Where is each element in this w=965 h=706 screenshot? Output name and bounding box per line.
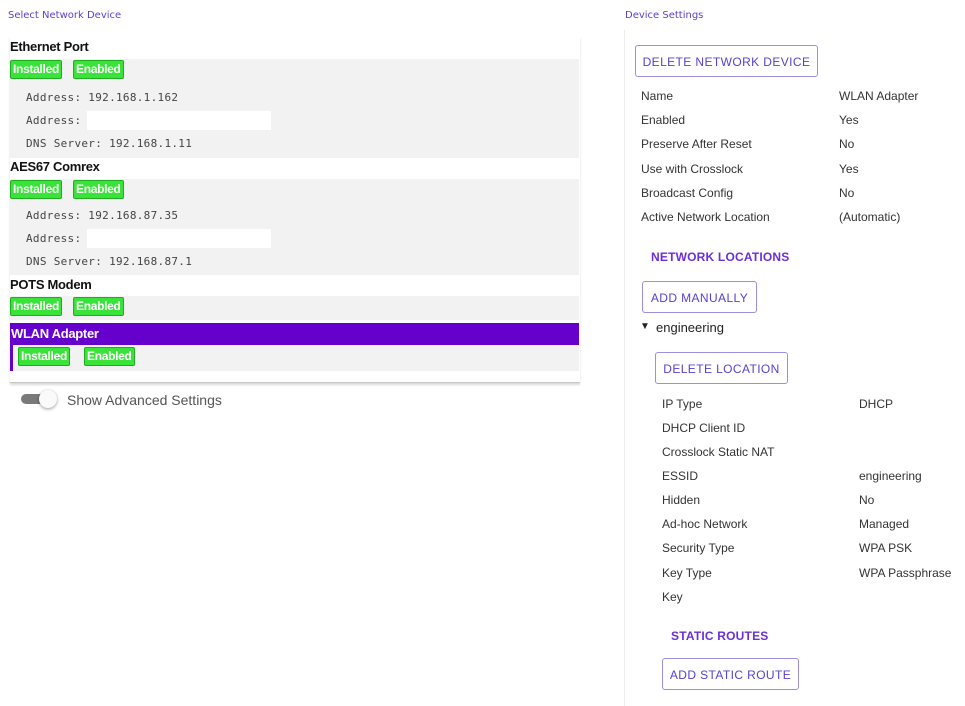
delete-network-device-button[interactable]: DELETE NETWORK DEVICE	[635, 45, 818, 77]
installed-badge: Installed	[10, 180, 62, 199]
location-setting-key: Hidden	[662, 493, 701, 507]
device-item-pots-modem[interactable]: POTS Modem Installed Enabled	[10, 276, 579, 322]
setting-key: Use with Crosslock	[641, 162, 744, 176]
address-field[interactable]	[87, 229, 271, 248]
static-routes-heading: STATIC ROUTES	[671, 629, 769, 643]
location-setting-value: DHCP	[859, 397, 894, 411]
setting-key: Enabled	[641, 113, 686, 127]
device-item-wlan-adapter[interactable]: WLAN Adapter Installed Enabled	[10, 323, 579, 371]
setting-key: Broadcast Config	[641, 186, 734, 200]
setting-key: Preserve After Reset	[641, 137, 752, 151]
device-address: Address: 192.168.87.35	[26, 209, 179, 222]
location-setting-key: DHCP Client ID	[662, 421, 746, 435]
setting-key: Active Network Location	[641, 210, 770, 224]
installed-badge: Installed	[10, 297, 62, 316]
device-settings-title: Device Settings	[625, 10, 704, 21]
location-setting-key: Key	[662, 590, 683, 604]
panel-divider	[624, 30, 625, 706]
collapse-caret-icon[interactable]: ▼	[640, 321, 650, 332]
address-field[interactable]	[87, 111, 271, 130]
setting-key: Name	[641, 89, 674, 103]
setting-value: Yes	[839, 113, 859, 127]
device-item-ethernet-port[interactable]: Ethernet Port Installed Enabled Address:…	[10, 38, 579, 158]
selected-indicator	[10, 345, 13, 371]
device-address: Address: 192.168.1.162	[26, 91, 179, 104]
location-name[interactable]: engineering	[656, 320, 724, 335]
location-setting-key: IP Type	[662, 397, 703, 411]
location-setting-value: engineering	[859, 469, 922, 483]
setting-value: No	[839, 137, 855, 151]
location-setting-key: Ad-hoc Network	[662, 517, 748, 531]
network-locations-heading: NETWORK LOCATIONS	[651, 250, 790, 264]
location-setting-key: Crosslock Static NAT	[662, 445, 775, 459]
enabled-badge: Enabled	[73, 180, 124, 199]
setting-value: (Automatic)	[839, 210, 901, 224]
add-static-route-button[interactable]: ADD STATIC ROUTE	[662, 658, 799, 690]
selected-device-header: WLAN Adapter	[10, 323, 579, 345]
installed-badge: Installed	[18, 347, 70, 366]
advanced-settings-label: Show Advanced Settings	[67, 392, 222, 408]
enabled-badge: Enabled	[73, 297, 124, 316]
delete-location-button[interactable]: DELETE LOCATION	[655, 352, 788, 384]
advanced-settings-toggle[interactable]	[21, 390, 57, 408]
setting-value: WLAN Adapter	[839, 89, 919, 103]
device-name: AES67 Comrex	[10, 159, 100, 174]
setting-value: Yes	[839, 162, 859, 176]
location-setting-value: WPA PSK	[859, 541, 913, 555]
enabled-badge: Enabled	[73, 60, 124, 79]
enabled-badge: Enabled	[84, 347, 135, 366]
select-device-title: Select Network Device	[8, 10, 122, 21]
location-setting-value: Managed	[859, 517, 910, 531]
device-dns-server: DNS Server: 192.168.87.1	[26, 255, 193, 268]
toggle-knob	[39, 390, 57, 408]
location-setting-value: WPA Passphrase	[859, 566, 952, 580]
device-item-aes67-comrex[interactable]: AES67 Comrex Installed Enabled Address: …	[10, 158, 579, 276]
device-name: Ethernet Port	[10, 39, 89, 54]
location-setting-value: No	[859, 493, 875, 507]
setting-value: No	[839, 186, 855, 200]
device-address-label: Address:	[26, 232, 82, 245]
device-dns-server: DNS Server: 192.168.1.11	[26, 137, 193, 150]
location-setting-key: ESSID	[662, 469, 699, 483]
device-name: WLAN Adapter	[11, 326, 99, 341]
installed-badge: Installed	[10, 60, 62, 79]
location-setting-key: Key Type	[662, 566, 712, 580]
add-manually-button[interactable]: ADD MANUALLY	[642, 281, 757, 313]
device-name: POTS Modem	[10, 277, 92, 292]
device-address-label: Address:	[26, 114, 82, 127]
location-setting-key: Security Type	[662, 541, 735, 555]
